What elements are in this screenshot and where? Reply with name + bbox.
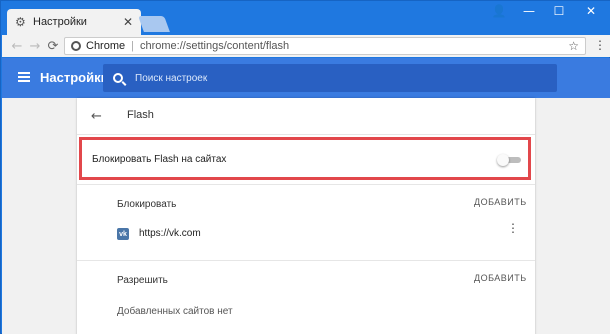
browser-window: ⚙ Настройки ✕ 👤 — ☐ ✕ ← → ⟳ Chrome | chr… — [0, 0, 610, 334]
search-placeholder: Поиск настроек — [135, 72, 208, 84]
user-icon[interactable]: 👤 — [491, 3, 507, 19]
more-actions-icon[interactable]: ⋮ — [507, 222, 519, 234]
card-header: ← Flash — [77, 98, 535, 134]
address-bar[interactable]: Chrome | chrome://settings/content/flash… — [64, 37, 586, 55]
url-text[interactable]: chrome://settings/content/flash — [140, 40, 568, 52]
search-icon — [113, 73, 123, 83]
new-tab-button[interactable] — [138, 16, 170, 32]
block-flash-label: Блокировать Flash на сайтах — [92, 154, 227, 165]
tab-settings[interactable]: ⚙ Настройки ✕ — [7, 9, 141, 35]
maximize-button[interactable]: ☐ — [549, 3, 569, 19]
site-url: https://vk.com — [139, 228, 201, 239]
back-button[interactable]: ← — [8, 37, 26, 55]
minimize-button[interactable]: — — [519, 3, 539, 19]
allow-add-button[interactable]: ДОБАВИТЬ — [474, 273, 527, 283]
settings-header: Настройки Поиск настроек — [2, 58, 610, 98]
tab-title: Настройки — [33, 16, 87, 28]
toggle-knob — [497, 154, 509, 166]
browser-menu-icon[interactable]: ⋮ — [594, 38, 606, 52]
block-flash-toggle[interactable] — [497, 154, 521, 166]
flash-settings-card: ← Flash Блокировать Flash на сайтах Блок… — [77, 98, 535, 334]
empty-list-text: Добавленных сайтов нет — [117, 306, 233, 317]
hamburger-menu-icon[interactable] — [18, 72, 30, 82]
gear-icon: ⚙ — [15, 15, 26, 29]
reload-button[interactable]: ⟳ — [44, 37, 62, 55]
browser-toolbar: ← → ⟳ Chrome | chrome://settings/content… — [2, 35, 610, 57]
search-input[interactable]: Поиск настроек — [103, 64, 557, 92]
divider — [77, 184, 535, 185]
omnibox-separator: | — [131, 40, 134, 52]
divider — [77, 134, 535, 135]
list-item: vk https://vk.com ⋮ — [77, 221, 535, 247]
scheme-label: Chrome — [86, 40, 126, 52]
chrome-scheme-icon — [71, 41, 81, 51]
block-add-button[interactable]: ДОБАВИТЬ — [474, 197, 527, 207]
page-title: Flash — [127, 109, 154, 121]
block-section-label: Блокировать — [117, 199, 177, 210]
close-window-button[interactable]: ✕ — [579, 3, 603, 19]
block-flash-row[interactable]: Блокировать Flash на сайтах — [79, 137, 531, 180]
tab-close-icon[interactable]: ✕ — [123, 15, 133, 29]
bookmark-star-icon[interactable]: ☆ — [568, 39, 579, 53]
vk-favicon-icon: vk — [117, 228, 129, 240]
title-bar: ⚙ Настройки ✕ 👤 — ☐ ✕ — [1, 1, 610, 35]
settings-title: Настройки — [40, 70, 109, 85]
forward-button[interactable]: → — [26, 37, 44, 55]
back-arrow-icon[interactable]: ← — [91, 109, 102, 124]
allow-section-label: Разрешить — [117, 275, 168, 286]
divider — [77, 260, 535, 261]
